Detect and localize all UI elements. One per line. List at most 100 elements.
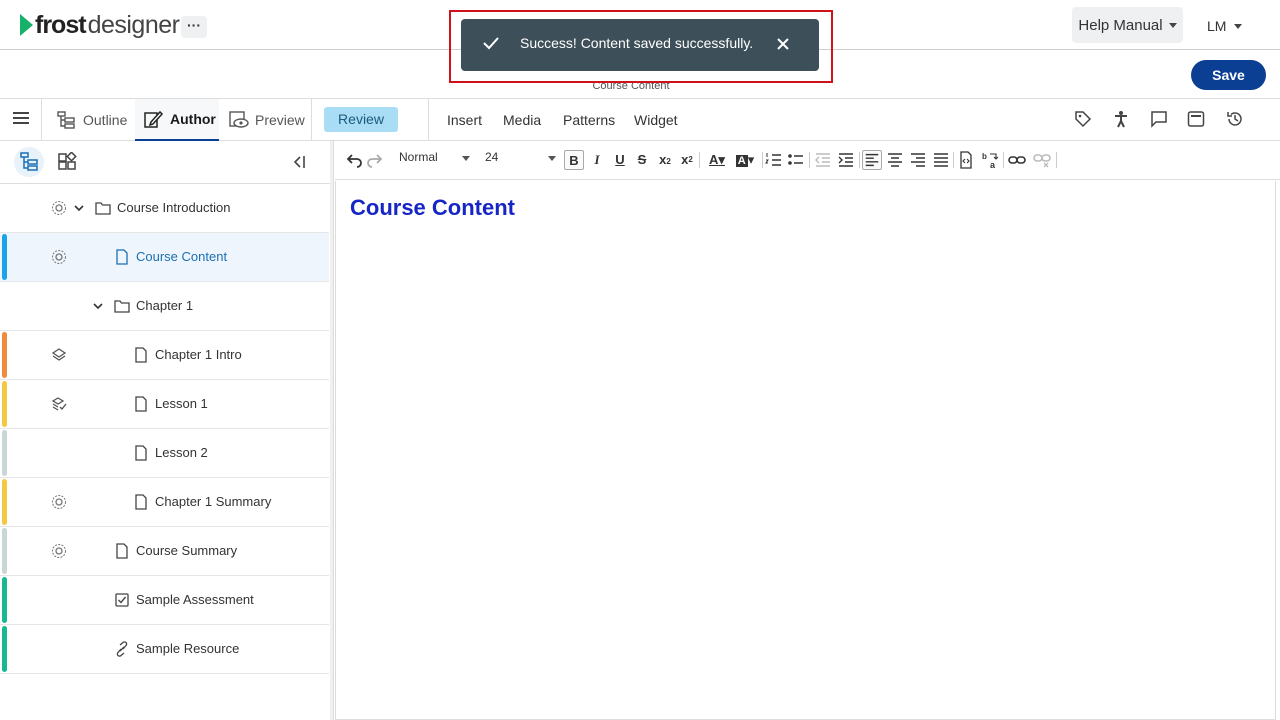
italic-icon[interactable]: I xyxy=(587,150,607,170)
history-icon[interactable] xyxy=(1226,110,1244,128)
help-manual-dropdown[interactable]: Help Manual xyxy=(1072,7,1183,43)
frost-designer-logo[interactable]: frost designer xyxy=(20,10,180,40)
source-code-icon[interactable] xyxy=(956,150,976,170)
menu-insert[interactable]: Insert xyxy=(447,112,482,128)
divider xyxy=(428,99,429,141)
close-icon[interactable] xyxy=(776,37,790,51)
page-icon xyxy=(135,494,147,510)
divider xyxy=(41,99,42,141)
accessibility-icon[interactable] xyxy=(1112,110,1130,128)
tree-item-chapter-1[interactable]: Chapter 1 xyxy=(0,282,329,331)
tree-item-course-content[interactable]: Course Content xyxy=(0,233,329,282)
tree-view-icon xyxy=(20,152,38,171)
bullet-list-icon[interactable] xyxy=(786,150,806,170)
status-bar xyxy=(2,528,7,574)
tab-author[interactable]: Author xyxy=(135,99,219,141)
tree-item-label: Chapter 1 Intro xyxy=(155,347,242,362)
caret-down-icon xyxy=(1168,22,1177,28)
indent-icon[interactable] xyxy=(836,150,856,170)
tab-outline-label: Outline xyxy=(83,112,128,128)
tree-item-sample-assessment[interactable]: Sample Assessment xyxy=(0,576,329,625)
paragraph-style-select[interactable]: Normal xyxy=(399,150,470,170)
settings-status-icon xyxy=(52,250,66,264)
outdent-icon[interactable] xyxy=(813,150,833,170)
save-button[interactable]: Save xyxy=(1191,60,1266,90)
tree-item-course-summary[interactable]: Course Summary xyxy=(0,527,329,576)
ordered-list-icon[interactable] xyxy=(764,150,784,170)
tab-outline[interactable]: Outline xyxy=(57,99,135,141)
chevron-down-icon[interactable] xyxy=(92,300,104,312)
hamburger-menu-icon[interactable] xyxy=(13,112,29,126)
superscript-icon[interactable]: x2 xyxy=(677,150,697,170)
status-bar xyxy=(2,577,7,623)
review-button[interactable]: Review xyxy=(324,107,398,132)
settings-status-icon xyxy=(52,201,66,215)
align-justify-icon[interactable] xyxy=(931,150,951,170)
chevron-down-icon[interactable] xyxy=(73,202,85,214)
layers-status-icon xyxy=(51,348,67,361)
status-bar xyxy=(2,234,7,280)
text-color-icon[interactable]: A▾ xyxy=(705,150,729,170)
user-initials: LM xyxy=(1207,18,1227,34)
tree-item-lesson-1[interactable]: Lesson 1 xyxy=(0,380,329,429)
tab-preview[interactable]: Preview xyxy=(229,99,311,141)
editor-toolbar: Normal 24 B I U S x2 x2 A▾ A ▾ b a xyxy=(335,141,1280,180)
tag-icon[interactable] xyxy=(1074,110,1092,128)
link-resource-icon xyxy=(116,641,128,657)
menu-media[interactable]: Media xyxy=(503,112,541,128)
caret-down-icon xyxy=(548,156,556,161)
redo-icon[interactable] xyxy=(365,150,385,170)
highlight-color-icon[interactable]: A ▾ xyxy=(733,150,757,170)
align-left-icon[interactable] xyxy=(862,150,882,170)
tree-item-label: Chapter 1 Summary xyxy=(155,494,272,509)
undo-icon[interactable] xyxy=(344,150,364,170)
tree-item-chapter-1-intro[interactable]: Chapter 1 Intro xyxy=(0,331,329,380)
success-toast: Success! Content saved successfully. xyxy=(461,19,819,71)
panel-resize-handle[interactable] xyxy=(330,141,334,720)
status-bar xyxy=(2,479,7,525)
strikethrough-icon[interactable]: S xyxy=(632,150,652,170)
align-center-icon[interactable] xyxy=(885,150,905,170)
link-icon[interactable] xyxy=(1007,150,1027,170)
underline-icon[interactable]: U xyxy=(610,150,630,170)
status-bar xyxy=(2,332,7,378)
tree-item-label: Course Content xyxy=(136,249,228,264)
menu-patterns[interactable]: Patterns xyxy=(563,112,615,128)
tree-item-lesson-2[interactable]: Lesson 2 xyxy=(0,429,329,478)
tree-toolbar xyxy=(0,141,330,184)
logo-designer-text: designer xyxy=(87,10,180,39)
author-icon xyxy=(144,110,164,128)
tree-item-label: Course Introduction xyxy=(117,200,231,215)
panel-icon[interactable] xyxy=(1187,110,1205,128)
logo-chevron-icon xyxy=(20,14,33,36)
tree-item-label: Sample Assessment xyxy=(136,592,254,607)
collapse-panel-icon[interactable] xyxy=(290,154,306,170)
toolbar-separator xyxy=(859,152,860,168)
tree-item-sample-resource[interactable]: Sample Resource xyxy=(0,625,329,674)
status-bar xyxy=(2,430,7,476)
paragraph-style-value: Normal xyxy=(399,150,438,164)
find-replace-icon[interactable]: b a xyxy=(981,150,1001,170)
tree-item-chapter-1-summary[interactable]: Chapter 1 Summary xyxy=(0,478,329,527)
toolbar-separator xyxy=(699,152,700,168)
subscript-icon[interactable]: x2 xyxy=(655,150,675,170)
more-options-button[interactable]: ··· xyxy=(181,16,207,38)
bold-icon[interactable]: B xyxy=(564,150,584,170)
check-icon xyxy=(483,37,499,50)
content-heading[interactable]: Course Content xyxy=(350,195,515,221)
editor-content-area[interactable]: Course Content xyxy=(335,181,1276,720)
toolbar-separator xyxy=(953,152,954,168)
user-menu[interactable]: LM xyxy=(1207,15,1243,37)
grid-view-icon[interactable] xyxy=(57,152,77,172)
tree-item-label: Chapter 1 xyxy=(136,298,194,313)
align-right-icon[interactable] xyxy=(908,150,928,170)
tree-item-course-introduction[interactable]: Course Introduction xyxy=(0,184,329,233)
font-size-select[interactable]: 24 xyxy=(485,150,556,170)
tree-item-label: Lesson 1 xyxy=(155,396,208,411)
unlink-icon[interactable] xyxy=(1032,150,1052,170)
tree-view-button[interactable] xyxy=(14,147,44,177)
settings-status-icon xyxy=(52,544,66,558)
comment-icon[interactable] xyxy=(1150,110,1168,128)
folder-icon xyxy=(114,300,130,313)
menu-widget[interactable]: Widget xyxy=(634,112,678,128)
